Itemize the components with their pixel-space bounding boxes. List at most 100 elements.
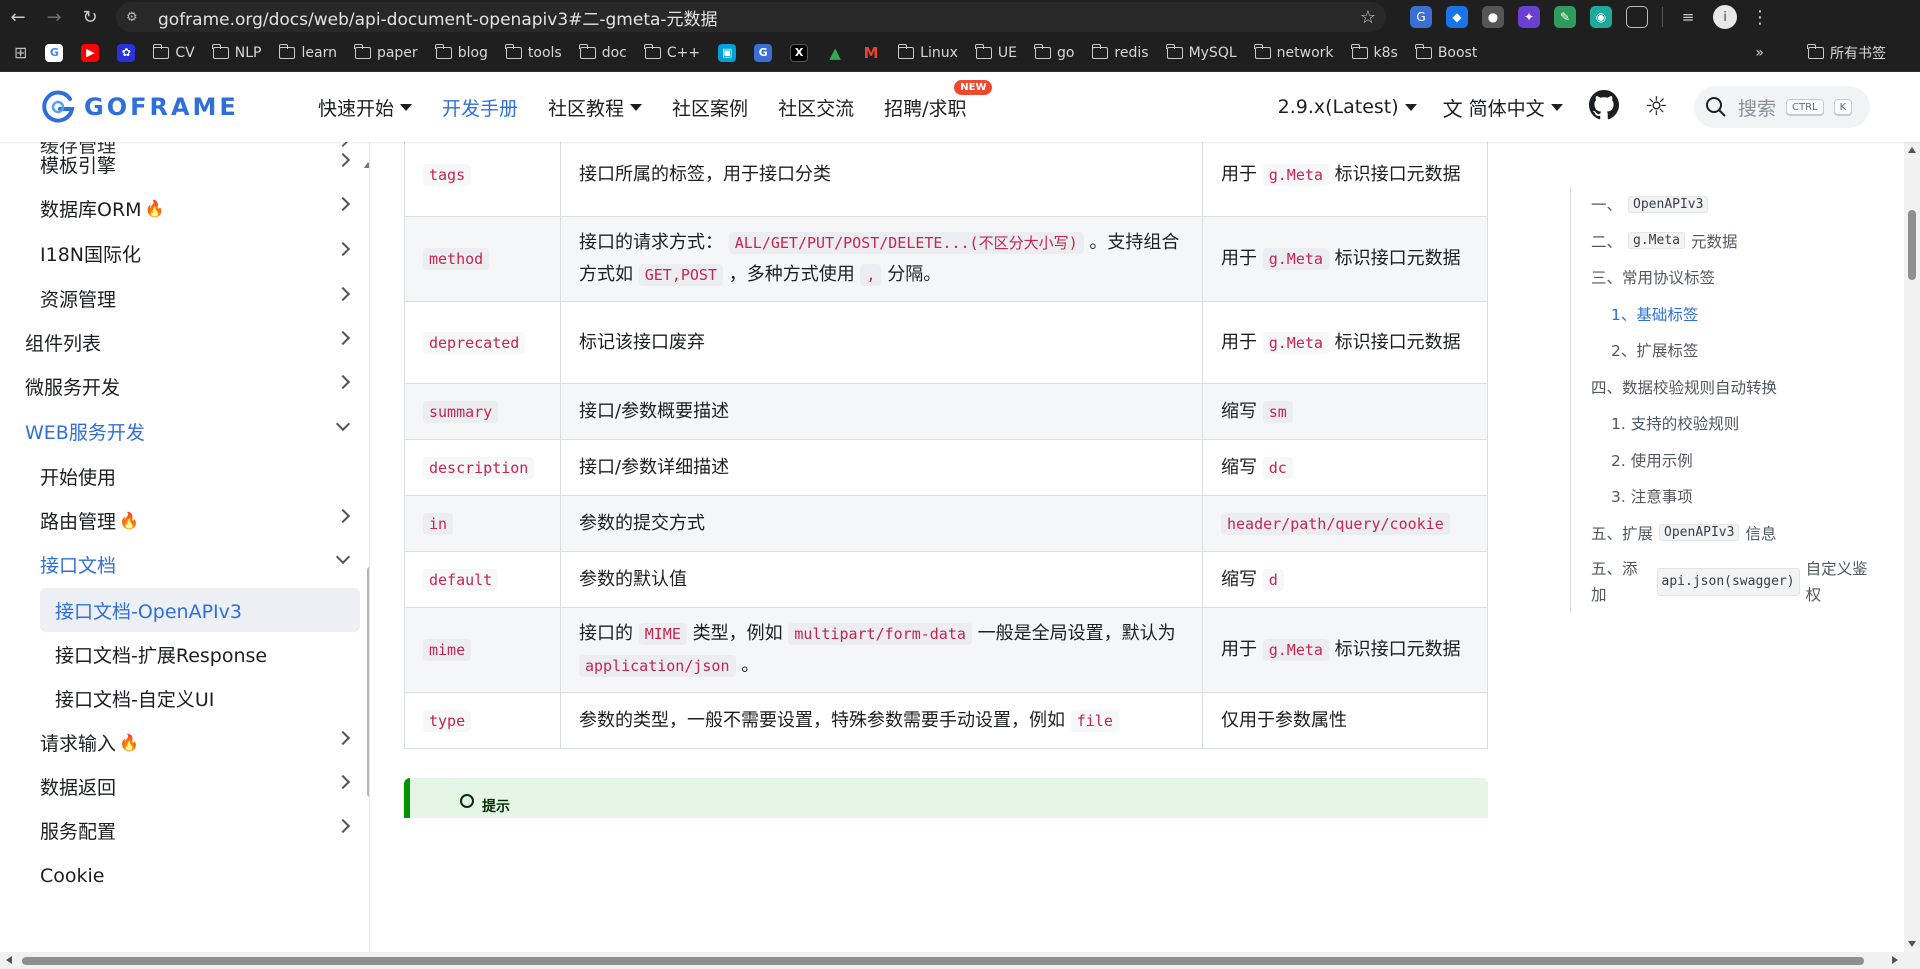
bookmark-folder-mysql[interactable]: MySQL [1165,43,1237,61]
chevron-right-icon[interactable] [335,818,351,834]
chevron-right-icon[interactable] [335,774,351,790]
sidebar-item[interactable]: 接口文档-OpenAPIv3 [40,588,360,632]
forward-arrow-icon[interactable]: → [36,0,72,34]
toc-link[interactable]: 1、基础标签 [1591,296,1880,333]
sidebar-scrollbar[interactable] [367,567,369,797]
scroll-left-arrow-icon[interactable] [6,956,12,964]
search-button[interactable]: 搜索 CTRL K [1694,86,1870,128]
sidebar-item[interactable]: 服务配置 [0,808,360,852]
gem-extension-icon[interactable]: ◆ [1446,6,1468,28]
sidebar-item[interactable]: 路由管理 🔥 [0,498,360,542]
toc-link[interactable]: 1. 支持的校验规则 [1591,405,1880,442]
bookmark-folder-doc[interactable]: doc [579,43,627,61]
sidebar-item[interactable]: 组件列表 [0,320,360,364]
chevron-right-icon[interactable] [335,374,351,390]
youtube-bookmark[interactable]: ▶ [81,43,100,62]
owl-extension-icon[interactable]: ● [1482,6,1504,28]
toc-link[interactable]: 五、扩展 OpenAPIv3 信息 [1591,515,1880,552]
bilibili-bookmark[interactable]: ▣ [718,43,737,62]
baidu-bookmark[interactable]: ✿ [117,43,136,62]
sidebar-item[interactable]: 接口文档-扩展Response [0,632,360,676]
google-bookmark[interactable]: G [45,43,64,62]
sidebar-item[interactable]: I18N国际化 [0,231,360,275]
toc-link[interactable]: 3. 注意事项 [1591,478,1880,515]
bookmark-folder-cpp[interactable]: C++ [644,43,700,61]
reading-list-icon[interactable]: ≡ [1677,6,1699,28]
toc-link[interactable]: 一、 OpenAPIv3 [1591,186,1880,223]
version-dropdown[interactable]: 2.9.x(Latest) [1278,96,1417,118]
bookmark-folder-network[interactable]: network [1254,43,1334,61]
bookmark-folder-redis[interactable]: redis [1091,43,1149,61]
profile-avatar[interactable]: i [1713,5,1737,29]
sidebar-item[interactable]: 开始使用 [0,454,360,498]
url-text[interactable]: goframe.org/docs/web/api-document-openap… [158,5,1360,30]
nav-quick-start[interactable]: 快速开始 [318,94,413,121]
page-horizontal-scrollbar[interactable] [0,952,1920,969]
sidebar-scroll-up-icon[interactable] [364,162,369,168]
translate-extension-icon[interactable]: G [1410,6,1432,28]
bookmark-folder-paper[interactable]: paper [354,43,418,61]
toc-link[interactable]: 五、添加 api.json(swagger) 自定义鉴权 [1591,551,1880,613]
site-logo[interactable]: GOFRAME [40,89,280,125]
nav-community-chat[interactable]: 社区交流 [778,94,854,121]
apps-grid-icon[interactable]: ⊞ [14,43,27,62]
translate-bookmark[interactable]: G [754,43,773,62]
scrollbar-thumb[interactable] [1908,210,1916,280]
bookmark-folder-k8s[interactable]: k8s [1350,43,1398,61]
theme-toggle-sun-icon[interactable]: ☼ [1645,92,1668,122]
chevron-right-icon[interactable] [335,241,351,257]
more-bookmarks-chevron-icon[interactable]: » [1755,45,1764,61]
green-extension-icon[interactable]: ✎ [1554,6,1576,28]
toc-link[interactable]: 二、 g.Meta 元数据 [1591,223,1880,260]
x-bookmark[interactable]: X [790,43,809,62]
bookmark-folder-linux[interactable]: Linux [897,43,958,61]
globe-extension-icon[interactable]: ◉ [1590,6,1612,28]
bookmark-star-icon[interactable]: ☆ [1360,7,1376,28]
bookmark-folder-nlp[interactable]: NLP [212,43,261,61]
toc-link[interactable]: 2. 使用示例 [1591,442,1880,479]
scrollbar-thumb[interactable] [22,957,1864,965]
bookmark-folder-ue[interactable]: UE [975,43,1017,61]
sidebar-item[interactable]: Cookie [0,854,360,898]
chevron-right-icon[interactable] [335,330,351,346]
sidebar-item[interactable]: 资源管理 [0,276,360,320]
sidebar-item[interactable]: 微服务开发 [0,364,360,408]
nav-jobs[interactable]: 招聘/求职 NEW [884,79,993,121]
address-bar[interactable]: ⚙ goframe.org/docs/web/api-document-open… [116,2,1386,32]
reload-icon[interactable]: ↻ [72,0,108,34]
scroll-down-arrow-icon[interactable] [1908,941,1916,947]
bookmark-folder-boost[interactable]: Boost [1415,43,1477,61]
toc-link[interactable]: 四、数据校验规则自动转换 [1591,369,1880,406]
back-arrow-icon[interactable]: ← [0,0,36,34]
gmail-bookmark[interactable]: M [862,44,880,62]
star-extension-icon[interactable]: ✦ [1518,6,1540,28]
sidebar-item[interactable]: 请求输入 🔥 [0,720,360,764]
github-icon[interactable] [1588,90,1619,124]
browser-menu-icon[interactable]: ⋮ [1751,7,1769,28]
nav-community-cases[interactable]: 社区案例 [672,94,748,121]
toc-link[interactable]: 2、扩展标签 [1591,332,1880,369]
sidebar-item[interactable]: 接口文档-自定义UI [0,676,360,720]
bookmark-folder-cv[interactable]: CV [152,43,195,61]
sidebar-item[interactable]: 数据返回 [0,764,360,808]
chevron-down-icon[interactable] [335,549,351,565]
sidebar-item[interactable]: 模板引擎 [0,142,360,186]
drive-bookmark[interactable]: ▲ [826,44,844,62]
sidebar-item[interactable]: WEB服务开发 [0,409,360,453]
scroll-up-arrow-icon[interactable] [1908,147,1916,153]
extensions-puzzle-icon[interactable] [1626,6,1648,28]
bookmark-folder-go[interactable]: go [1034,43,1074,61]
scroll-right-arrow-icon[interactable] [1892,956,1898,964]
bookmark-folder-blog[interactable]: blog [435,43,488,61]
sidebar-item[interactable]: 数据库ORM 🔥 [0,186,360,230]
bookmark-folder-learn[interactable]: learn [278,43,337,61]
chevron-right-icon[interactable] [335,196,351,212]
bookmark-folder-tools[interactable]: tools [505,43,562,61]
nav-community-tutorials[interactable]: 社区教程 [548,94,643,121]
chevron-right-icon[interactable] [335,152,351,168]
sidebar-item[interactable]: 接口文档 [0,542,360,586]
all-bookmarks-folder[interactable]: 所有书签 [1807,43,1886,63]
site-info-icon[interactable]: ⚙ [126,10,148,25]
language-dropdown[interactable]: 文简体中文 [1443,93,1563,122]
chevron-right-icon[interactable] [335,730,351,746]
